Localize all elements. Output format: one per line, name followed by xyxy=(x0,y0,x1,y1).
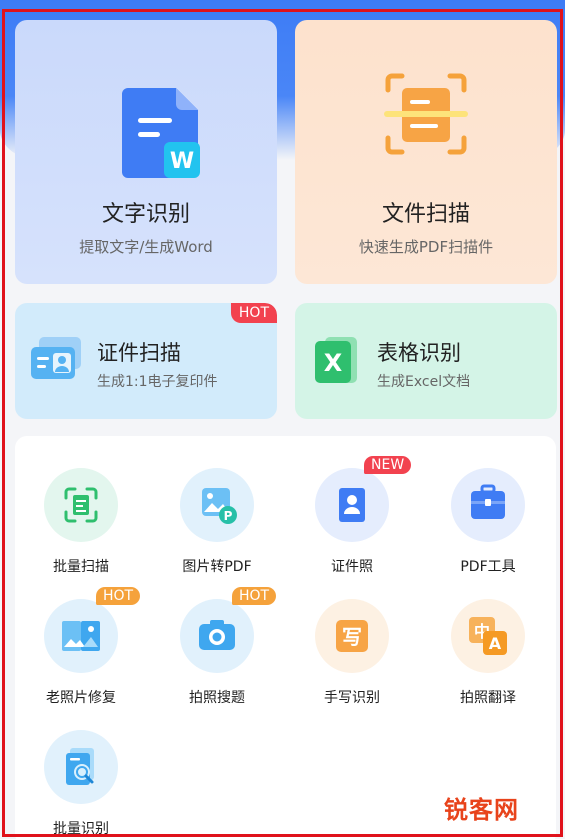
tool-label: 拍照搜题 xyxy=(189,690,245,706)
tool-id-photo[interactable]: 证件照 NEW xyxy=(292,456,412,576)
tool-photo-translate[interactable]: 中 A 拍照翻译 xyxy=(428,599,548,707)
old-photo-icon xyxy=(44,599,118,673)
tool-label: PDF工具 xyxy=(460,559,516,575)
handwriting-icon: 写 xyxy=(315,599,389,673)
svg-text:P: P xyxy=(224,509,233,523)
tool-label: 证件照 xyxy=(331,559,373,575)
id-scan-card[interactable]: 证件扫描 生成1:1电子复印件 HOT xyxy=(15,303,277,419)
batch-scan-icon xyxy=(44,468,118,542)
tool-label: 图片转PDF xyxy=(182,559,252,575)
ocr-card-title: 文字识别 xyxy=(101,202,190,227)
batch-recognition-icon xyxy=(44,730,118,804)
table-recognition-card-title: 表格识别 xyxy=(377,341,461,365)
ocr-card-subtitle: 提取文字/生成Word xyxy=(79,238,213,256)
id-scan-card-subtitle: 生成1:1电子复印件 xyxy=(97,374,218,390)
tool-label: 手写识别 xyxy=(324,690,380,706)
table-recognition-card-subtitle: 生成Excel文档 xyxy=(377,374,471,390)
scan-document-icon xyxy=(384,73,468,155)
excel-icon: X xyxy=(315,337,357,383)
tools-panel: 批量扫描 P 图片转PDF 证件照 NEW PDF工具 老照片修复 HOT 拍照… xyxy=(15,436,556,839)
id-photo-icon xyxy=(315,468,389,542)
tool-handwriting-recognition[interactable]: 写 手写识别 xyxy=(292,599,412,707)
table-recognition-card[interactable]: X 表格识别 生成Excel文档 xyxy=(295,303,557,419)
tool-batch-scan[interactable]: 批量扫描 xyxy=(21,468,141,576)
tool-label: 批量扫描 xyxy=(53,559,109,575)
svg-text:W: W xyxy=(170,149,194,174)
tool-batch-recognition[interactable]: 批量识别 xyxy=(21,730,141,838)
tool-label: 老照片修复 xyxy=(46,690,116,706)
id-card-icon xyxy=(31,337,81,379)
hot-badge: HOT xyxy=(232,587,277,605)
tool-old-photo-restore[interactable]: 老照片修复 HOT xyxy=(21,587,141,707)
document-scan-card-title: 文件扫描 xyxy=(381,202,470,227)
tool-label: 拍照翻译 xyxy=(460,690,516,706)
hot-badge: HOT xyxy=(230,303,277,323)
hot-badge: HOT xyxy=(96,587,141,605)
word-document-icon: W xyxy=(122,88,200,178)
svg-text:X: X xyxy=(324,349,343,377)
tool-image-to-pdf[interactable]: P 图片转PDF xyxy=(157,468,277,576)
svg-text:写: 写 xyxy=(342,625,362,649)
document-scan-card-subtitle: 快速生成PDF扫描件 xyxy=(358,238,494,256)
tool-label: 批量识别 xyxy=(53,821,109,837)
document-scan-card[interactable]: 文件扫描 快速生成PDF扫描件 xyxy=(295,20,557,284)
camera-icon xyxy=(180,599,254,673)
watermark: 锐客网 xyxy=(444,796,519,824)
translate-icon: 中 A xyxy=(451,599,525,673)
id-scan-card-title: 证件扫描 xyxy=(97,341,181,365)
new-badge: NEW xyxy=(364,456,412,474)
tool-photo-search-question[interactable]: 拍照搜题 HOT xyxy=(157,587,277,707)
image-to-pdf-icon: P xyxy=(180,468,254,542)
ocr-card[interactable]: W 文字识别 提取文字/生成Word xyxy=(15,20,277,284)
svg-text:A: A xyxy=(489,634,502,653)
toolbox-icon xyxy=(451,468,525,542)
tool-pdf-tools[interactable]: PDF工具 xyxy=(428,468,548,576)
